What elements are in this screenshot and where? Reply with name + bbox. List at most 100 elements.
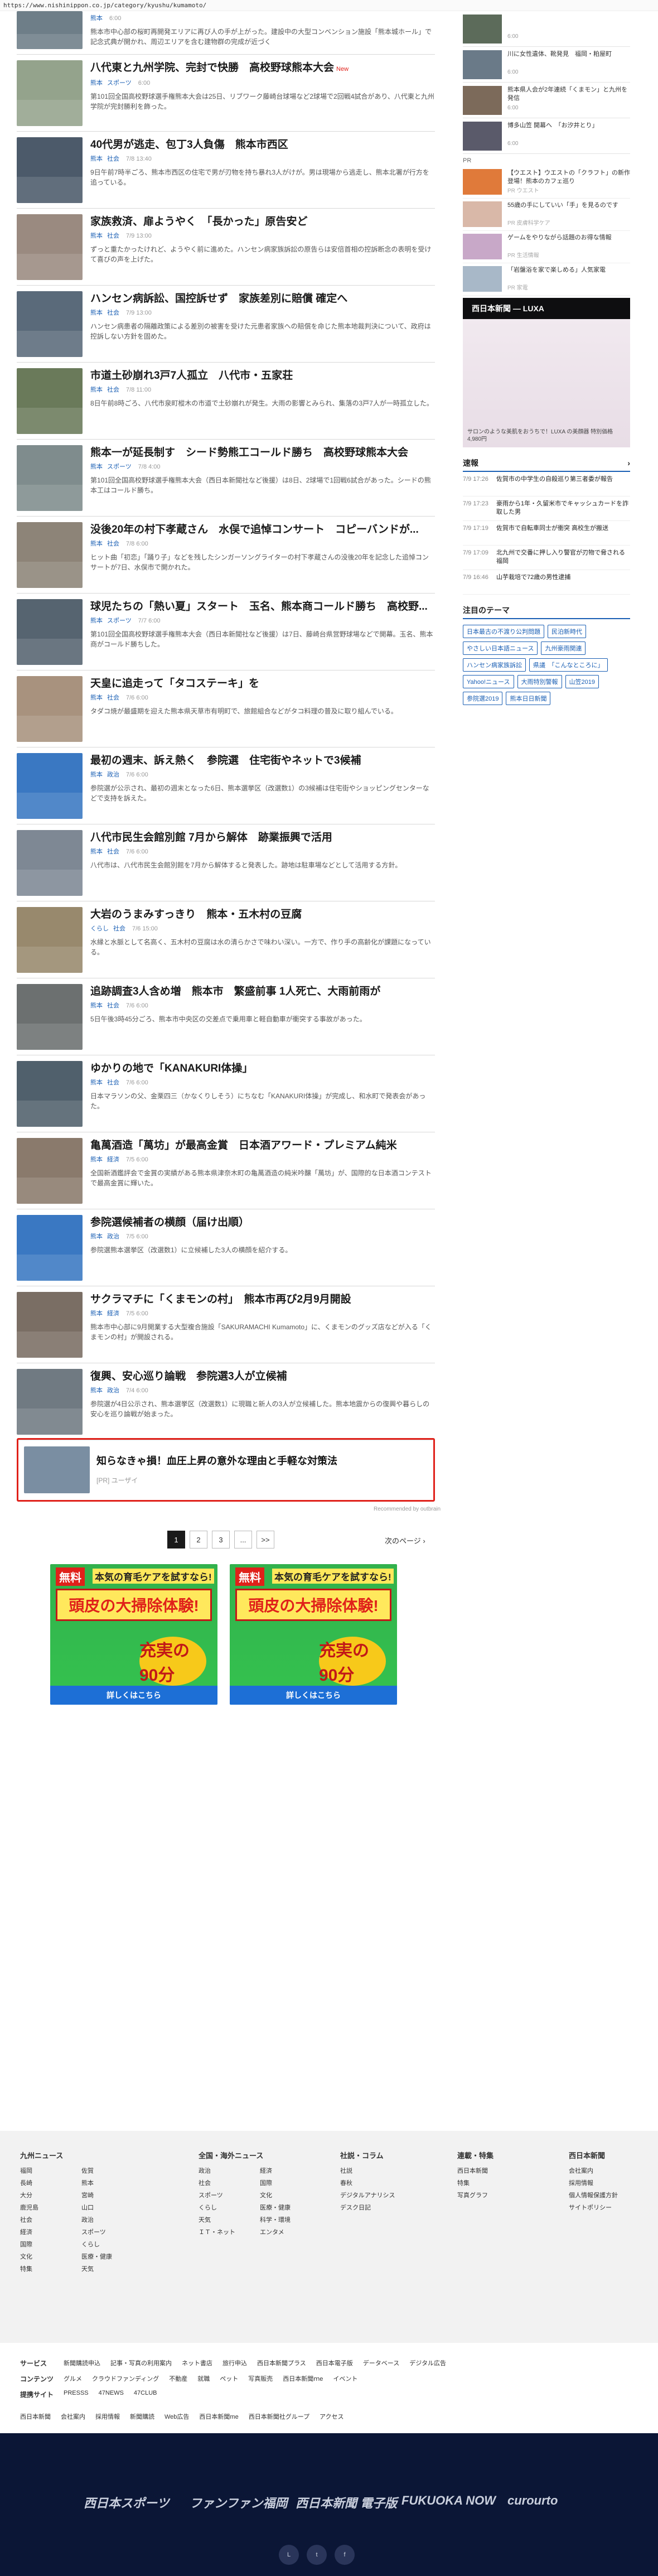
- article-thumb[interactable]: [17, 291, 83, 357]
- footer-link[interactable]: くらし: [199, 2203, 260, 2212]
- pr-thumb[interactable]: [463, 169, 502, 195]
- footer-link[interactable]: 医療・健康: [260, 2203, 321, 2212]
- breaking-item[interactable]: 7/9 16:46 山芋栽培で72歳の男性逮捕: [463, 570, 630, 595]
- page-button[interactable]: 3: [212, 1531, 230, 1549]
- article-category[interactable]: 政治: [107, 1387, 119, 1394]
- line-icon[interactable]: L: [279, 2545, 299, 2565]
- page-button[interactable]: 2: [190, 1531, 207, 1549]
- theme-tag[interactable]: 山笠2019: [565, 675, 599, 688]
- footer-link[interactable]: 経済: [260, 2166, 321, 2175]
- footer-heading[interactable]: 西日本新聞: [569, 2150, 618, 2160]
- article-category[interactable]: 熊本: [90, 1310, 103, 1317]
- footer-link[interactable]: グルメ: [64, 2374, 82, 2384]
- article-category[interactable]: スポーツ: [107, 464, 132, 470]
- article-category[interactable]: スポーツ: [107, 80, 132, 86]
- article-category[interactable]: 熊本: [90, 771, 103, 778]
- pr-thumb[interactable]: [463, 266, 502, 292]
- ad-banner-2[interactable]: 無料 本気の育毛ケアを試すなら! 頭皮の大掃除体験! 充実の90分 詳しくはこち…: [230, 1564, 397, 1705]
- footer-link[interactable]: 会社案内: [569, 2166, 618, 2175]
- ad-banner-1[interactable]: 無料 本気の育毛ケアを試すなら! 頭皮の大掃除体験! 充実の90分 詳しくはこち…: [50, 1564, 217, 1705]
- footer-link[interactable]: 会社案内: [61, 2412, 85, 2421]
- article-thumb[interactable]: [17, 137, 83, 203]
- article-thumb[interactable]: [17, 445, 83, 511]
- footer-link[interactable]: 特集: [20, 2264, 81, 2273]
- article-category[interactable]: 熊本: [90, 618, 103, 624]
- pr-item[interactable]: 【ウエスト】ウエストの「クラフト」の新作登場！熊本のカフェ巡り PR ウエスト: [463, 166, 630, 199]
- article-thumb[interactable]: [17, 522, 83, 588]
- side-thumb[interactable]: [463, 122, 502, 151]
- footer-link[interactable]: 社会: [199, 2178, 260, 2187]
- footer-link[interactable]: デスク日記: [340, 2203, 395, 2212]
- article-thumb[interactable]: [17, 1215, 83, 1281]
- footer-link[interactable]: 47NEWS: [99, 2390, 124, 2399]
- footer-link[interactable]: 福岡: [20, 2166, 81, 2175]
- pr-title[interactable]: 「岩盤浴を家で楽しめる」人気家電: [507, 266, 606, 283]
- footer-link[interactable]: サイトポリシー: [569, 2203, 618, 2212]
- footer-link[interactable]: 政治: [81, 2215, 143, 2224]
- article-title[interactable]: ゆかりの地で「KANAKURI体操」: [90, 1062, 435, 1075]
- side-thumb[interactable]: [463, 15, 502, 44]
- article-title[interactable]: 球児たちの「熱い夏」スタート 玉名、熊本商コールド勝ち 高校野...: [90, 600, 435, 614]
- article-category[interactable]: 熊本: [90, 80, 103, 86]
- article-row[interactable]: 熊本一が延長制す シード勢熊工コールド勝ち 高校野球熊本大会 熊本 スポーツ 7/8 …: [17, 440, 435, 517]
- article-title[interactable]: 参院選候補者の横顔（届け出順）: [90, 1216, 435, 1229]
- article-category[interactable]: 社会: [107, 848, 119, 855]
- side-thumb[interactable]: [463, 50, 502, 79]
- footer-link[interactable]: 佐賀: [81, 2166, 143, 2175]
- footer-heading[interactable]: 連載・特集: [457, 2150, 494, 2160]
- pr-title[interactable]: 【ウエスト】ウエストの「クラフト」の新作登場！熊本のカフェ巡り: [507, 169, 630, 186]
- footer-link[interactable]: 記事・写真の利用案内: [110, 2358, 172, 2368]
- article-title[interactable]: 最初の週末、訴え熱く 参院選 住宅街やネットで3候補: [90, 754, 435, 768]
- theme-tag[interactable]: 大雨特別警報: [517, 675, 562, 688]
- pr-title[interactable]: 55歳の手にしていい「手」を見るのです: [507, 201, 618, 218]
- next-page-link[interactable]: 次のページ ›: [385, 1535, 425, 1546]
- breaking-item[interactable]: 7/9 17:26 佐賀市の中学生の自殺巡り第三者委が報告: [463, 472, 630, 496]
- theme-tag[interactable]: やさしい日本語ニュース: [463, 641, 538, 655]
- article-title[interactable]: 亀萬酒造「萬坊」が最高金賞 日本酒アワード・プレミアム純米: [90, 1139, 435, 1152]
- article-thumb[interactable]: [17, 830, 83, 896]
- pr-title[interactable]: ゲームをやりながら話題のお得な情報: [507, 234, 612, 250]
- theme-tag[interactable]: 県議 「こんなところに」: [529, 658, 608, 672]
- article-category[interactable]: 熊本: [90, 464, 103, 470]
- article-category[interactable]: 社会: [107, 1079, 119, 1086]
- theme-tag[interactable]: Yahoo!ニュース: [463, 675, 514, 688]
- footer-link[interactable]: 西日本新聞社グループ: [249, 2412, 309, 2421]
- page-button[interactable]: 1: [167, 1531, 185, 1549]
- side-article[interactable]: 川に女性遺体、靴発見 福岡・粕屋町 6:00: [463, 47, 630, 83]
- article-category[interactable]: 経済: [107, 1310, 119, 1317]
- article-row[interactable]: 家族救済、扉ようやく 「長かった」原告安ど 熊本 社会 7/9 13:00 ずっと重たか…: [17, 209, 435, 286]
- side-title[interactable]: [507, 15, 518, 31]
- footer-link[interactable]: 医療・健康: [81, 2252, 143, 2261]
- article-category[interactable]: 熊本: [90, 694, 103, 701]
- footer-link[interactable]: 熊本: [81, 2178, 143, 2187]
- article-category[interactable]: 政治: [107, 1233, 119, 1240]
- article-row[interactable]: 没後20年の村下孝蔵さん 水俣で追悼コンサート コピーバンドが... 熊本 社会 7/…: [17, 517, 435, 594]
- footer-link[interactable]: クラウドファンディング: [92, 2374, 159, 2384]
- article-category[interactable]: 熊本: [90, 15, 103, 22]
- side-ad[interactable]: サロンのような美肌をおうちで！LUXA の美顔器 特別価格 4,980円: [463, 319, 630, 447]
- article-category[interactable]: 社会: [107, 233, 119, 239]
- article-row[interactable]: 熊本 6:00 熊本市中心部の桜町再開発エリアに再び人の手が上がった。建設中の大型コ…: [17, 11, 435, 55]
- article-row[interactable]: 天皇に追走って「タコステーキ」を 熊本 社会 7/6 6:00 タダコ焼が最盛期を迎えた…: [17, 670, 435, 747]
- side-title[interactable]: 熊本県人会が2年連続「くまモン」と九州を発信: [507, 86, 630, 103]
- breaking-item[interactable]: 7/9 17:23 豪雨から1年・久留米市でキャッシュカードを詐取した男: [463, 496, 630, 521]
- theme-tag[interactable]: 日本最古の不渡り公判問題: [463, 625, 544, 638]
- article-row[interactable]: ゆかりの地で「KANAKURI体操」 熊本 社会 7/6 6:00 日本マラソンの父、金…: [17, 1055, 435, 1132]
- article-row[interactable]: 40代男が逃走、包丁3人負傷 熊本市西区 熊本 社会 7/8 13:40 9日午前7時半…: [17, 132, 435, 209]
- article-thumb[interactable]: [17, 11, 83, 49]
- footer-link[interactable]: 文化: [20, 2252, 81, 2261]
- breaking-title[interactable]: 佐賀市で自転車同士が衝突 高校生が搬送: [496, 524, 608, 542]
- partner-logo[interactable]: curourto: [507, 2493, 558, 2508]
- partner-logo[interactable]: 西日本スポーツ: [84, 2493, 170, 2511]
- article-category[interactable]: 熊本: [90, 387, 103, 393]
- pr-item[interactable]: ゲームをやりながら話題のお得な情報 PR 生活情報: [463, 231, 630, 263]
- footer-link[interactable]: 科学・環境: [260, 2215, 321, 2224]
- article-row[interactable]: 八代市民生会館別館 7月から解体 跡業振興で活用 熊本 社会 7/6 6:00 八代市は…: [17, 824, 435, 901]
- article-row[interactable]: ハンセン病訴訟、国控訴せず 家族差別に賠償 確定へ 熊本 社会 7/9 13:00 ハン…: [17, 286, 435, 363]
- pr-thumb[interactable]: [463, 201, 502, 227]
- footer-link[interactable]: スポーツ: [199, 2191, 260, 2199]
- side-title[interactable]: 博多山笠 開幕へ 「お汐井とり」: [507, 122, 598, 138]
- partner-logo[interactable]: 西日本新聞 電子版: [296, 2493, 397, 2511]
- article-category[interactable]: 熊本: [90, 1233, 103, 1240]
- footer-link[interactable]: 長崎: [20, 2178, 81, 2187]
